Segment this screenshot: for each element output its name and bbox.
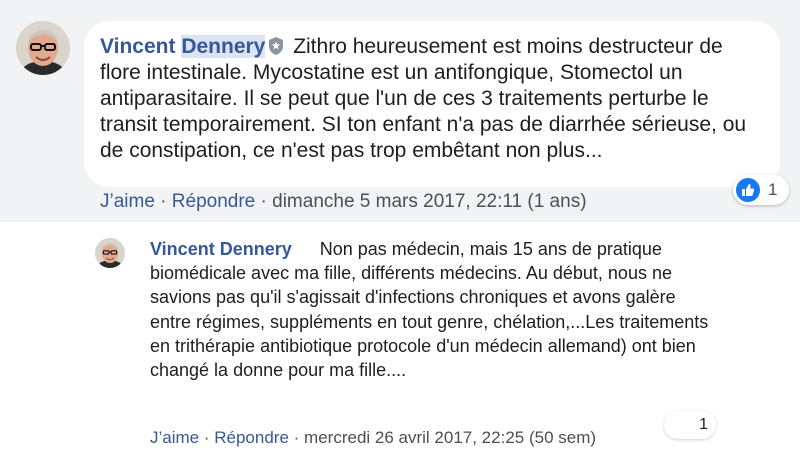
reply-avatar[interactable]: [95, 238, 125, 268]
reaction-summary[interactable]: 1: [733, 175, 789, 205]
reply-link[interactable]: Répondre: [172, 191, 255, 212]
reply-text: Non pas médecin, mais 15 ans de pratique…: [150, 239, 709, 381]
reply-actions: J’aime · Répondre · mercredi 26 avril 20…: [150, 428, 596, 448]
comment-actions: J’aime · Répondre · dimanche 5 mars 2017…: [100, 191, 587, 213]
separator-dot: ·: [160, 191, 172, 212]
author-first-name: Vincent: [100, 35, 176, 58]
avatar[interactable]: [16, 21, 70, 75]
reply-timestamp[interactable]: mercredi 26 avril 2017, 22:25 (50 sem): [304, 428, 596, 447]
reply-author-link[interactable]: Vincent Dennery: [150, 239, 292, 259]
reply-reply-link[interactable]: Répondre: [214, 428, 289, 447]
like-thumb-icon: [736, 178, 760, 202]
separator-dot: ·: [203, 428, 215, 447]
comment-timestamp[interactable]: dimanche 5 mars 2017, 22:11 (1 ans): [272, 191, 586, 212]
author-last-name: Dennery: [181, 35, 266, 58]
separator-dot: ·: [293, 428, 305, 447]
comment-body: Vincent Dennery Zithro heureusement est …: [100, 34, 765, 164]
reply-like-link[interactable]: J’aime: [150, 428, 199, 447]
profile-photo-icon: [16, 21, 70, 75]
reply-body: Vincent Dennery Non pas médecin, mais 15 …: [150, 237, 710, 382]
profile-photo-icon: [95, 238, 125, 268]
like-link[interactable]: J’aime: [100, 191, 155, 212]
comment-author-link[interactable]: Vincent Dennery: [100, 35, 266, 58]
separator-dot: ·: [260, 191, 273, 212]
reply-reaction-count[interactable]: 1: [664, 411, 716, 439]
reaction-count: 1: [768, 180, 778, 199]
shield-badge-icon: [269, 37, 284, 55]
